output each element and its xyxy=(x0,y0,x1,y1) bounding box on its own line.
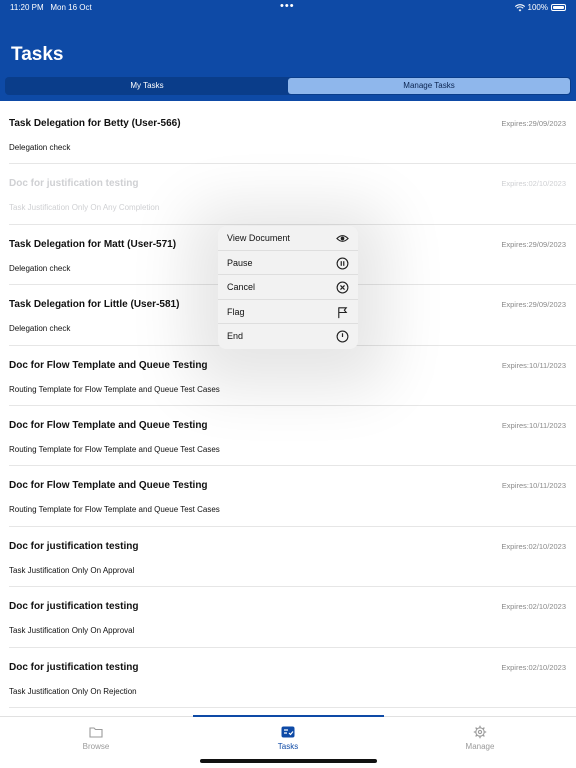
multitasking-dots-icon[interactable]: ••• xyxy=(280,0,295,12)
task-title: Doc for Flow Template and Queue Testing xyxy=(9,480,208,492)
tab-label: Browse xyxy=(82,742,110,751)
menu-item-label: Pause xyxy=(227,257,253,268)
task-title: Doc for justification testing xyxy=(9,601,139,613)
task-row[interactable]: Doc for justification testing Task Justi… xyxy=(9,587,576,648)
segmented-control: My Tasks Manage Tasks xyxy=(5,77,571,95)
menu-item-view-document[interactable]: View Document xyxy=(218,226,358,251)
flag-icon xyxy=(338,307,348,318)
tasks-icon xyxy=(281,726,295,738)
menu-item-flag[interactable]: Flag xyxy=(218,300,358,325)
task-title: Doc for Flow Template and Queue Testing xyxy=(9,419,208,431)
task-title: Task Delegation for Matt (User-571) xyxy=(9,238,177,250)
task-expires: Expires:10/11/2023 xyxy=(501,420,566,430)
task-row[interactable]: Task Delegation for Betty (User-566) Del… xyxy=(9,104,576,165)
task-expires: Expires:10/11/2023 xyxy=(501,481,566,491)
menu-item-label: End xyxy=(227,331,244,342)
context-menu: View Document Pause Cancel Flag End xyxy=(218,226,358,349)
eye-icon xyxy=(336,235,349,242)
task-list: Task Delegation for Betty (User-566) Del… xyxy=(0,104,576,708)
task-expires: Expires:02/10/2023 xyxy=(501,602,566,612)
task-row-selected[interactable]: Doc for justification testing Task Justi… xyxy=(9,164,576,225)
wifi-icon xyxy=(514,3,525,11)
task-subtitle: Routing Template for Flow Template and Q… xyxy=(9,505,220,515)
status-time: 11:20 PM Mon 16 Oct xyxy=(10,3,92,12)
task-subtitle: Delegation check xyxy=(9,324,71,334)
header: 11:20 PM Mon 16 Oct ••• 100% Tasks My Ta… xyxy=(0,0,576,101)
battery-icon xyxy=(551,4,566,11)
gear-icon xyxy=(473,725,487,739)
status-right: 100% xyxy=(514,3,566,12)
menu-item-label: Flag xyxy=(227,306,245,317)
task-expires: Expires:29/09/2023 xyxy=(501,300,566,310)
task-subtitle: Routing Template for Flow Template and Q… xyxy=(9,384,220,394)
task-title: Doc for justification testing xyxy=(9,661,139,673)
tab-manage[interactable]: Manage xyxy=(384,717,576,757)
page-title: Tasks xyxy=(11,44,64,65)
task-expires: Expires:02/10/2023 xyxy=(501,662,566,672)
power-icon xyxy=(336,330,349,343)
task-row[interactable]: Doc for Flow Template and Queue Testing … xyxy=(9,346,576,406)
task-expires: Expires:10/11/2023 xyxy=(501,360,566,370)
tab-label: Tasks xyxy=(277,742,299,751)
task-subtitle: Delegation check xyxy=(9,263,71,273)
task-subtitle: Task Justification Only On Approval xyxy=(9,626,135,636)
task-row[interactable]: Doc for Flow Template and Queue Testing … xyxy=(9,406,576,467)
menu-item-end[interactable]: End xyxy=(218,324,358,349)
task-expires: Expires:29/09/2023 xyxy=(501,119,566,128)
menu-item-pause[interactable]: Pause xyxy=(218,251,358,276)
task-subtitle: Task Justification Only On Approval xyxy=(9,565,135,575)
tab-tasks[interactable]: Tasks xyxy=(192,717,384,757)
task-expires: Expires:02/10/2023 xyxy=(501,179,566,189)
task-row[interactable]: Doc for justification testing Task Justi… xyxy=(9,648,576,708)
tab-browse[interactable]: Browse xyxy=(0,717,192,757)
status-bar: 11:20 PM Mon 16 Oct ••• 100% xyxy=(0,0,576,15)
task-title: Doc for justification testing xyxy=(9,178,139,190)
tab-label: Manage xyxy=(465,742,495,751)
task-row[interactable]: Doc for Flow Template and Queue Testing … xyxy=(9,466,576,527)
task-title: Task Delegation for Betty (User-566) xyxy=(9,118,181,129)
menu-item-label: View Document xyxy=(227,233,290,243)
task-subtitle: Routing Template for Flow Template and Q… xyxy=(9,444,220,454)
battery-percent: 100% xyxy=(527,3,548,12)
menu-item-label: Cancel xyxy=(227,282,256,293)
task-subtitle: Task Justification Only On Any Completio… xyxy=(9,203,160,213)
task-title: Doc for justification testing xyxy=(9,540,139,552)
task-expires: Expires:02/10/2023 xyxy=(501,541,566,551)
task-subtitle: Task Justification Only On Rejection xyxy=(9,686,137,696)
task-title: Doc for Flow Template and Queue Testing xyxy=(9,359,208,371)
task-expires: Expires:29/09/2023 xyxy=(501,239,566,249)
segment-manage-tasks[interactable]: Manage Tasks xyxy=(288,78,570,94)
pause-circle-icon xyxy=(336,257,349,270)
segment-my-tasks[interactable]: My Tasks xyxy=(6,78,288,94)
task-subtitle: Delegation check xyxy=(9,143,71,152)
task-row[interactable]: Doc for justification testing Task Justi… xyxy=(9,527,576,588)
folder-icon xyxy=(89,727,103,738)
cancel-circle-icon xyxy=(336,281,349,294)
task-title: Task Delegation for Little (User-581) xyxy=(9,299,180,311)
home-indicator[interactable] xyxy=(200,759,377,763)
menu-item-cancel[interactable]: Cancel xyxy=(218,275,358,300)
